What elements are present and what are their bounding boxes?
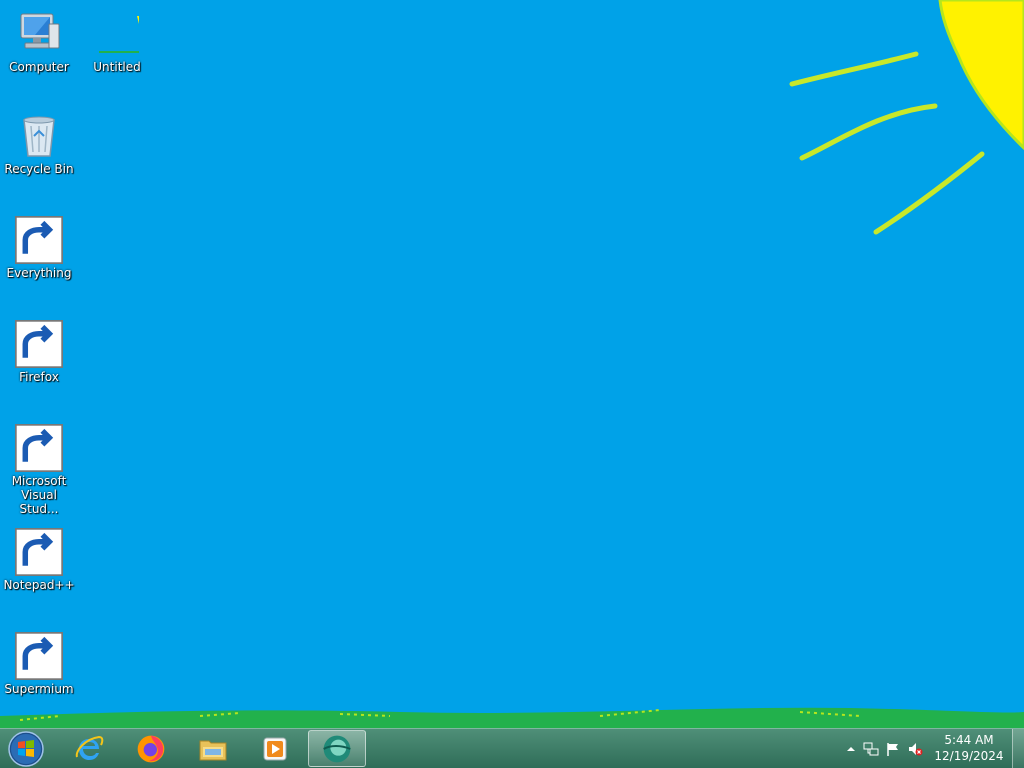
shortcut-arrow-icon bbox=[15, 632, 63, 680]
desktop-icon-firefox[interactable]: Firefox bbox=[1, 320, 77, 384]
desktop-icon-recycle-bin[interactable]: Recycle Bin bbox=[1, 112, 77, 176]
network-icon[interactable] bbox=[863, 741, 879, 757]
recycle-bin-icon bbox=[15, 112, 63, 160]
taskbar-firefox-button[interactable] bbox=[122, 730, 180, 767]
shortcut-arrow-icon bbox=[15, 424, 63, 472]
show-hidden-icons-icon[interactable] bbox=[843, 741, 859, 757]
action-center-flag-icon[interactable] bbox=[885, 741, 901, 757]
shortcut-arrow-icon bbox=[15, 528, 63, 576]
wallpaper bbox=[0, 0, 1024, 730]
taskbar: 5:44 AM 12/19/2024 bbox=[0, 728, 1024, 768]
desktop-icon-notepadpp[interactable]: Notepad++ bbox=[1, 528, 77, 592]
windows-orb-icon bbox=[8, 731, 44, 767]
ie-icon bbox=[75, 735, 104, 760]
computer-icon bbox=[15, 10, 63, 58]
notepadpp-icon bbox=[15, 528, 63, 576]
desktop-icon-label: Computer bbox=[9, 60, 69, 74]
shortcut-arrow-icon bbox=[15, 320, 63, 368]
sun-shape bbox=[938, 0, 1024, 151]
taskbar-supermium-button[interactable] bbox=[308, 730, 366, 767]
desktop-icon-computer[interactable]: Computer bbox=[1, 10, 77, 74]
shortcut-arrow-icon bbox=[15, 216, 63, 264]
firefox-icon bbox=[15, 320, 63, 368]
everything-icon bbox=[15, 216, 63, 264]
sun-ray bbox=[799, 103, 938, 161]
supermium-icon bbox=[323, 735, 351, 762]
desktop-icon-visual-studio[interactable]: Microsoft Visual Stud... bbox=[1, 424, 77, 516]
desktop-icon-everything[interactable]: Everything bbox=[1, 216, 77, 280]
taskbar-explorer-button[interactable] bbox=[184, 730, 242, 767]
desktop-icon-untitled[interactable]: Untitled bbox=[79, 10, 155, 74]
desktop-icon-label: Recycle Bin bbox=[4, 162, 74, 176]
taskbar-ie-button[interactable] bbox=[60, 730, 118, 767]
desktop-icon-label: Notepad++ bbox=[3, 578, 75, 592]
desktop-icon-supermium[interactable]: Supermium bbox=[1, 632, 77, 696]
desktop-icon-label: Microsoft Visual Stud... bbox=[11, 474, 67, 516]
notification-area: 5:44 AM 12/19/2024 bbox=[839, 729, 1024, 768]
volume-muted-icon[interactable] bbox=[907, 741, 923, 757]
start-button[interactable] bbox=[4, 730, 48, 768]
visual-studio-icon bbox=[15, 424, 63, 472]
clock-date: 12/19/2024 bbox=[934, 749, 1004, 763]
desktop-icon-label: Untitled bbox=[93, 60, 141, 74]
sun-ray bbox=[873, 151, 985, 235]
sun-ray bbox=[789, 51, 919, 87]
desktop[interactable]: Computer Untitled Recycle Bin Everything… bbox=[0, 0, 1024, 768]
clock-time: 5:44 AM bbox=[944, 733, 994, 747]
taskbar-media-player-button[interactable] bbox=[246, 730, 304, 767]
firefox-icon bbox=[137, 735, 165, 762]
desktop-icon-label: Everything bbox=[6, 266, 72, 280]
image-file-icon bbox=[93, 10, 141, 58]
clock[interactable]: 5:44 AM 12/19/2024 bbox=[931, 732, 1007, 764]
desktop-icon-label: Firefox bbox=[19, 370, 59, 384]
folder-icon bbox=[199, 740, 227, 760]
grass-shape bbox=[0, 707, 1024, 730]
show-desktop-button[interactable] bbox=[1012, 729, 1024, 768]
supermium-icon bbox=[15, 632, 63, 680]
desktop-icon-label: Supermium bbox=[4, 682, 74, 696]
media-player-icon bbox=[263, 737, 287, 760]
